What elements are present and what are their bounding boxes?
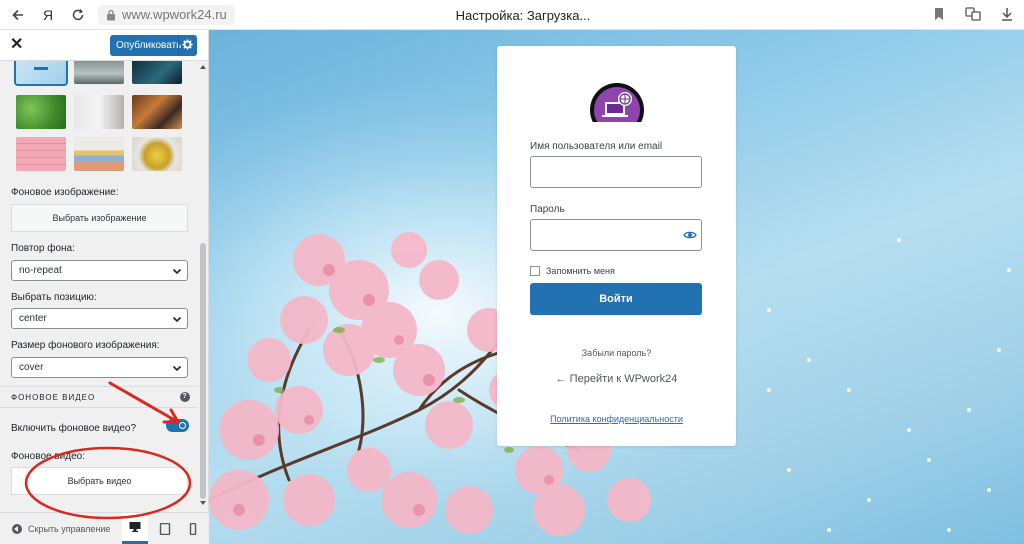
video-section-title: ФОНОВОЕ ВИДЕО: [11, 392, 96, 402]
bg-thumbnail[interactable]: [16, 137, 66, 171]
url-text: www.wpwork24.ru: [122, 7, 227, 22]
bg-image-label: Фоновое изображение:: [11, 187, 119, 198]
enable-video-label: Включить фоновое видео?: [11, 423, 137, 434]
eye-icon[interactable]: [683, 229, 697, 241]
sidebar-scrollbar[interactable]: [198, 61, 208, 511]
publish-button[interactable]: Опубликовать: [110, 35, 197, 56]
collapse-label: Скрыть управление: [28, 524, 111, 534]
gear-icon[interactable]: [182, 39, 193, 50]
size-value: cover: [19, 362, 44, 373]
remember-me[interactable]: Запомнить меня: [530, 266, 615, 276]
collapse-icon: [12, 524, 22, 534]
bg-thumbnail[interactable]: [14, 61, 68, 86]
privacy-policy-link[interactable]: Политика конфиденциальности: [497, 414, 736, 424]
select-image-button[interactable]: Выбрать изображение: [11, 204, 188, 232]
address-bar[interactable]: www.wpwork24.ru: [98, 4, 235, 25]
translate-icon[interactable]: [964, 5, 982, 23]
download-icon[interactable]: [998, 5, 1016, 23]
position-value: center: [19, 313, 47, 324]
bg-video-label: Фоновое видео:: [11, 451, 85, 462]
position-select[interactable]: center: [11, 308, 188, 329]
repeat-label: Повтор фона:: [11, 243, 75, 254]
login-button[interactable]: Войти: [530, 283, 702, 315]
back-icon[interactable]: [6, 3, 30, 27]
bg-thumbnail[interactable]: [132, 95, 182, 129]
repeat-select[interactable]: no-repeat: [11, 260, 188, 281]
close-icon[interactable]: ✕: [10, 37, 24, 53]
chevron-down-icon: [172, 365, 182, 372]
customizer-sidebar: ✕ Опубликовать Фоновое изображение: Выбр…: [0, 30, 209, 544]
sidebar-controls: Фоновое изображение: Выбрать изображение…: [0, 61, 198, 511]
collapse-controls-button[interactable]: Скрыть управление: [12, 524, 110, 534]
bg-thumbnail[interactable]: [132, 61, 182, 84]
tablet-preview-icon[interactable]: [152, 513, 178, 544]
remember-label: Запомнить меня: [546, 266, 615, 276]
chevron-down-icon: [172, 268, 182, 275]
chevron-down-icon: [172, 316, 182, 323]
browser-toolbar: Я www.wpwork24.ru Настройка: Загрузка...: [0, 0, 1024, 30]
bg-thumbnail[interactable]: [74, 137, 124, 171]
lost-password-link[interactable]: Забыли пароль?: [497, 348, 736, 358]
site-logo: [589, 82, 645, 122]
bg-thumbnail[interactable]: [74, 61, 124, 84]
desktop-preview-icon[interactable]: [122, 513, 148, 544]
login-card: Имя пользователя или email Пароль Запомн…: [497, 46, 736, 446]
site-preview: Имя пользователя или email Пароль Запомн…: [209, 30, 1024, 544]
reload-icon[interactable]: [66, 3, 90, 27]
username-input[interactable]: [530, 156, 702, 188]
enable-video-toggle[interactable]: [166, 419, 189, 432]
bg-thumbnail[interactable]: [132, 137, 182, 171]
bookmark-icon[interactable]: [930, 5, 948, 23]
bg-thumbnail[interactable]: [16, 95, 66, 129]
select-video-button[interactable]: Выбрать видео: [11, 467, 188, 495]
password-label: Пароль: [530, 204, 565, 215]
bg-thumbnail[interactable]: [74, 95, 124, 129]
size-label: Размер фонового изображения:: [11, 340, 160, 351]
sidebar-header: ✕ Опубликовать: [0, 30, 208, 61]
password-input[interactable]: [530, 219, 702, 251]
username-label: Имя пользователя или email: [530, 141, 663, 152]
publish-label: Опубликовать: [116, 40, 182, 51]
video-section-header: ФОНОВОЕ ВИДЕО ?: [0, 386, 198, 408]
lock-icon: [107, 9, 115, 20]
position-label: Выбрать позицию:: [11, 292, 97, 303]
help-icon[interactable]: ?: [180, 392, 190, 402]
remember-checkbox[interactable]: [530, 266, 540, 276]
back-to-site-link[interactable]: ← Перейти к WPwork24: [497, 373, 736, 385]
repeat-value: no-repeat: [19, 265, 62, 276]
size-select[interactable]: cover: [11, 357, 188, 378]
sidebar-footer: Скрыть управление: [0, 512, 209, 544]
yandex-icon[interactable]: Я: [36, 3, 60, 27]
mobile-preview-icon[interactable]: [180, 513, 206, 544]
